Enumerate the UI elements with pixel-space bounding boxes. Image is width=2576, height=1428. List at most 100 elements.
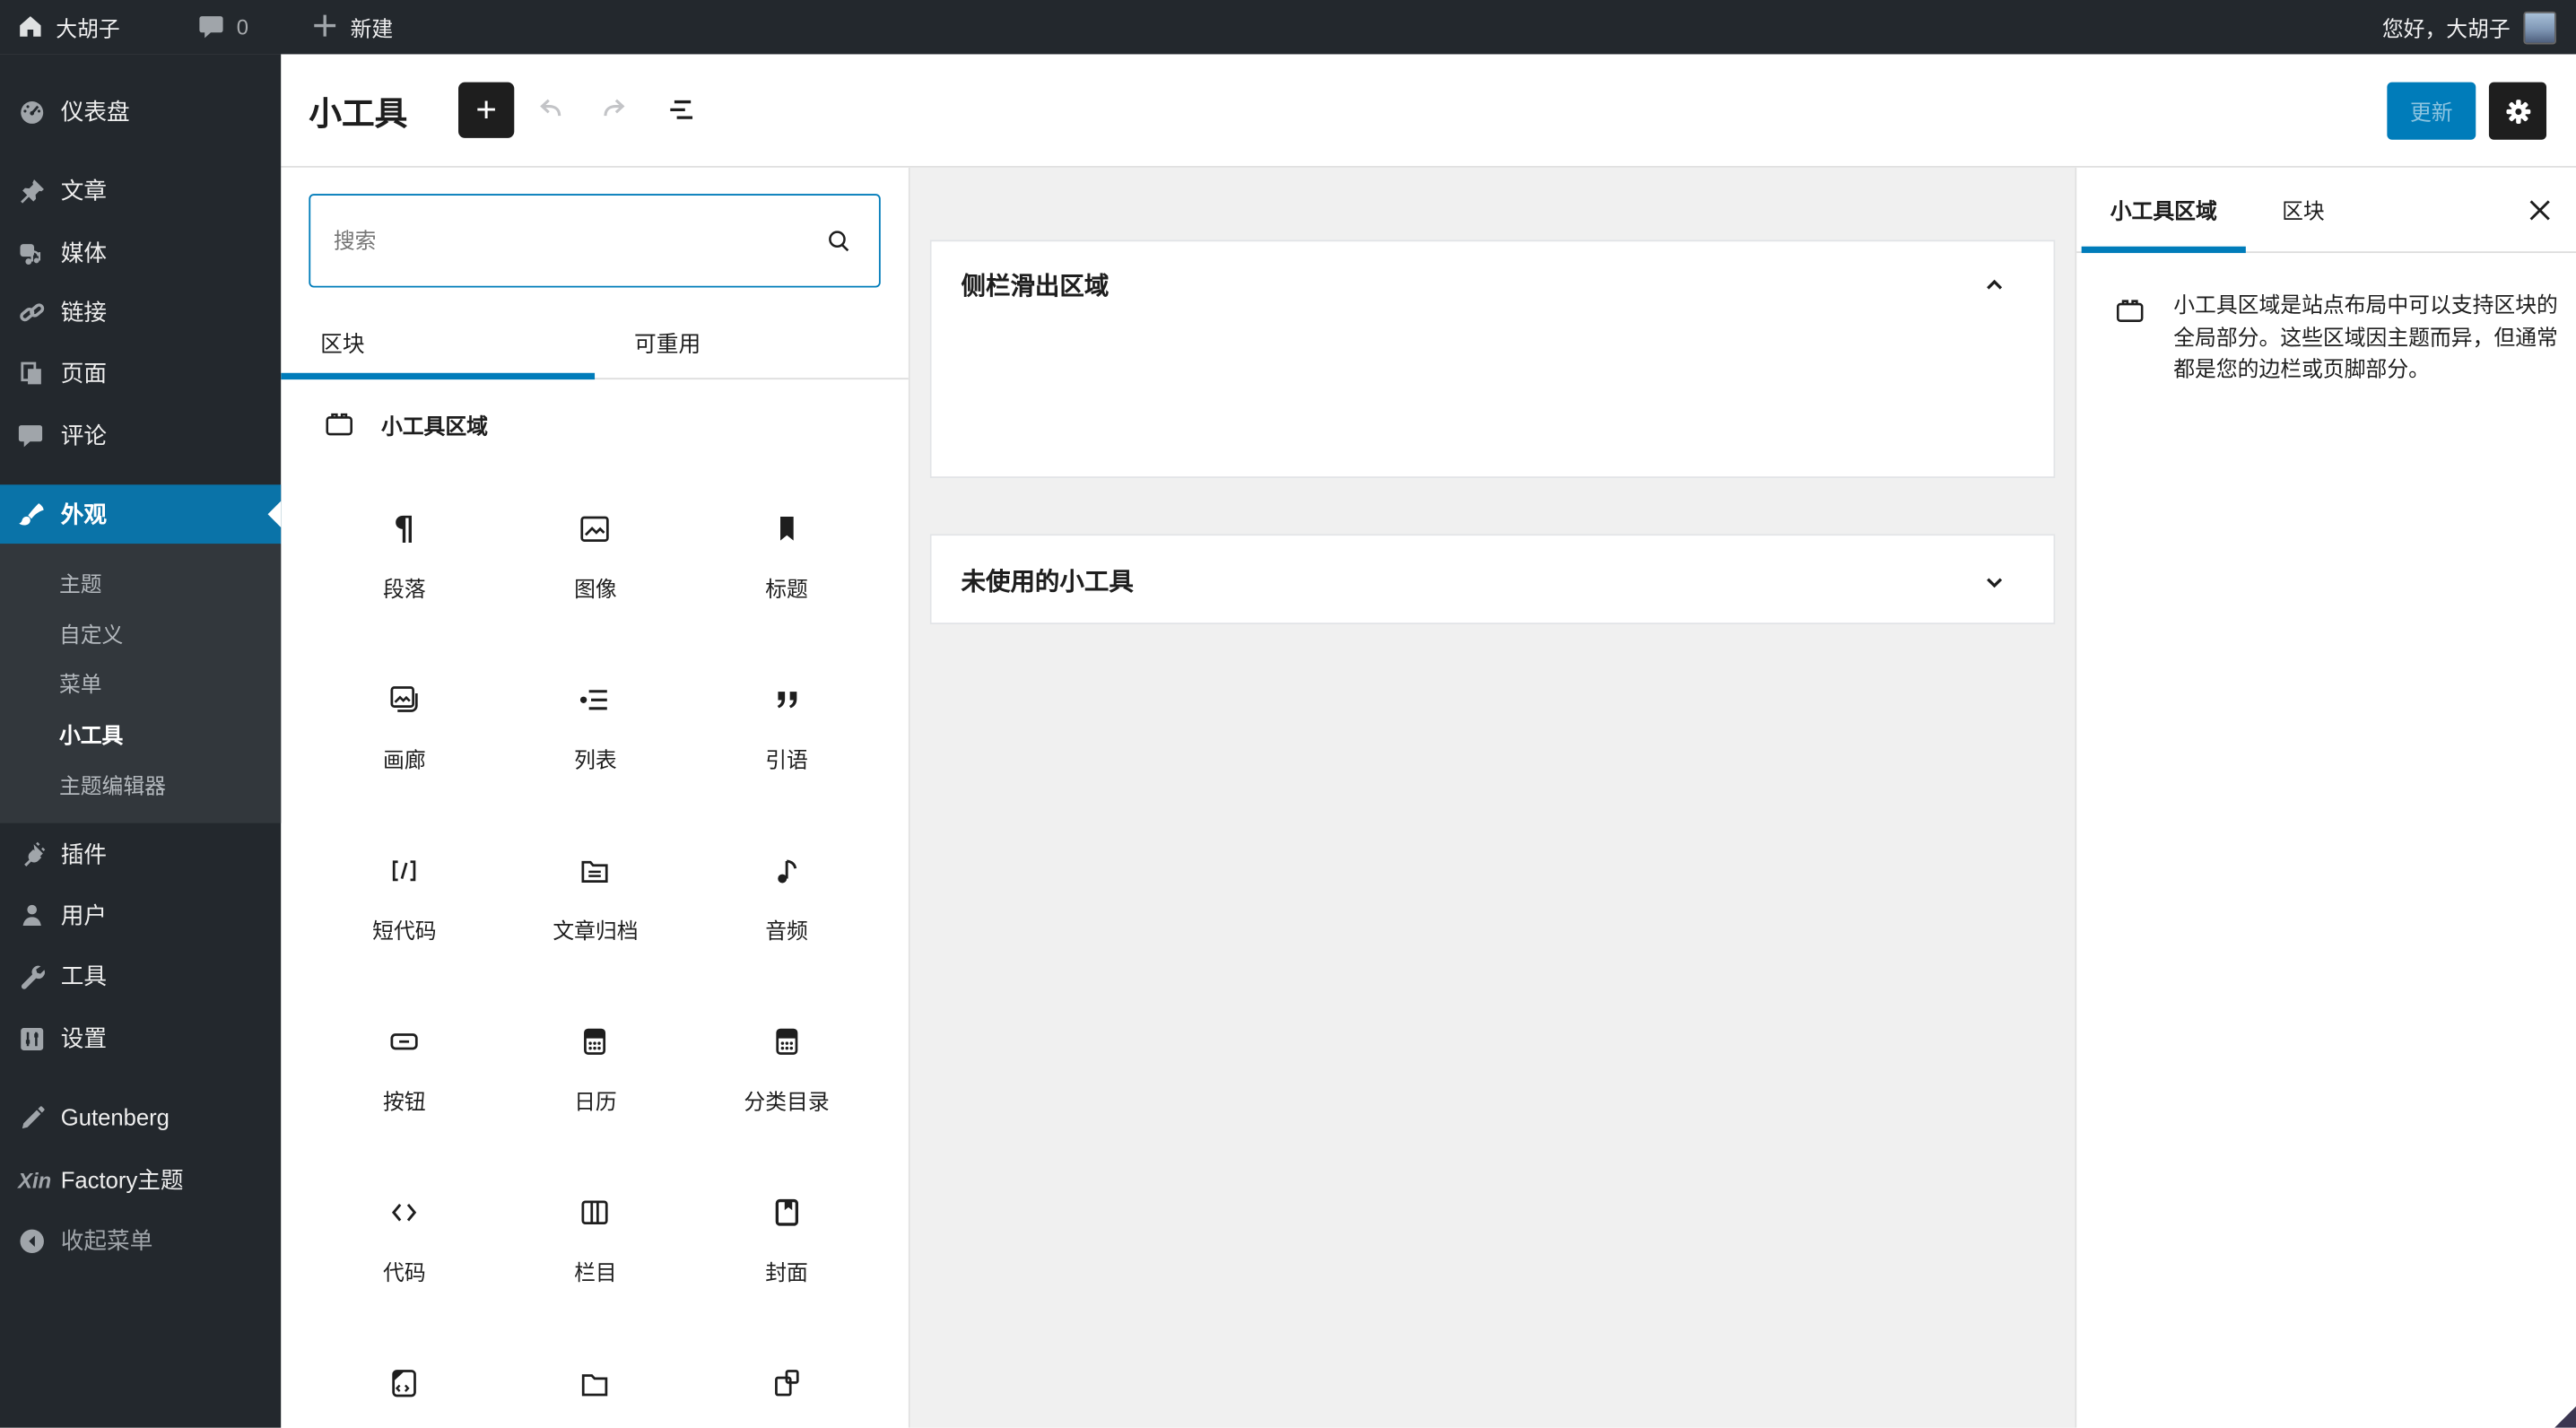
- appearance-submenu: 主题 自定义 菜单 小工具 主题编辑器: [0, 544, 282, 823]
- image-icon: [576, 509, 615, 549]
- collapse-arrow-icon: [18, 1226, 46, 1254]
- block-category-header: 小工具区域: [322, 407, 488, 441]
- block-search-input[interactable]: [310, 228, 822, 254]
- redo-button[interactable]: [588, 83, 641, 136]
- block-item-audio[interactable]: 音频: [691, 828, 882, 998]
- sidebar-item-pages[interactable]: 页面: [0, 345, 281, 401]
- sidebar-item-dashboard[interactable]: 仪表盘: [0, 83, 281, 139]
- sidebar-item-label: Gutenberg: [60, 1103, 170, 1131]
- avatar[interactable]: [2523, 10, 2557, 44]
- page-title: 小工具: [309, 96, 408, 133]
- sidebar-item-users[interactable]: 用户: [0, 887, 281, 943]
- screen: 大胡子 0 ＋ 新建 您好，大胡子 仪表盘 文章 媒体 链接 页面 评论 外观 …: [0, 0, 2576, 1428]
- wrench-icon: [18, 962, 46, 989]
- tab-widget-area[interactable]: 小工具区域: [2081, 168, 2246, 254]
- comment-bubble-icon: [199, 14, 225, 39]
- block-item-code[interactable]: 代码: [309, 1170, 500, 1340]
- sidebar-item-label: 媒体: [60, 239, 108, 266]
- block-item-heading[interactable]: 标题: [691, 486, 882, 657]
- pushpin-icon: [18, 177, 46, 205]
- home-icon: [16, 13, 44, 41]
- sidebar-item-tools[interactable]: 工具: [0, 948, 281, 1004]
- paintbrush-icon: [18, 501, 46, 528]
- xin-logo-icon: Xin: [18, 1167, 52, 1192]
- undo-icon: [540, 99, 561, 117]
- block-item-paragraph[interactable]: ¶ 段落: [309, 486, 500, 657]
- block-item-shortcode[interactable]: 短代码: [309, 828, 500, 998]
- gear-icon: [2505, 99, 2530, 124]
- block-item-custom-html[interactable]: [309, 1341, 500, 1428]
- categories-icon: [767, 1022, 806, 1061]
- close-settings-button[interactable]: [2517, 187, 2563, 233]
- widget-area-description-text: 小工具区域是站点布局中可以支持区块的全局部分。这些区域因主题而异，但通常都是您的…: [2173, 292, 2558, 381]
- submenu-item-customize[interactable]: 自定义: [0, 608, 281, 659]
- admin-bar-site-menu[interactable]: 大胡子: [0, 0, 136, 54]
- block-item-image[interactable]: 图像: [500, 486, 691, 657]
- sidebar-item-media[interactable]: 媒体: [0, 225, 281, 281]
- list-icon: [576, 680, 615, 719]
- tab-blocks[interactable]: 区块: [281, 306, 596, 380]
- block-item-gallery[interactable]: 画廊: [309, 657, 500, 828]
- corner-cursor-artifact: [2554, 1406, 2576, 1428]
- block-item-cover[interactable]: 封面: [691, 1170, 882, 1340]
- undo-button[interactable]: [524, 83, 577, 136]
- sidebar-item-label: 插件: [60, 840, 108, 868]
- block-item-columns[interactable]: 栏目: [500, 1170, 691, 1340]
- chevron-down-icon: [1975, 562, 2015, 601]
- block-item-archives[interactable]: 文章归档: [500, 828, 691, 998]
- sidebar-item-label: 仪表盘: [60, 98, 130, 126]
- dashboard-icon: [18, 98, 46, 126]
- block-item-list[interactable]: 列表: [500, 657, 691, 828]
- block-category-title: 小工具区域: [380, 414, 489, 440]
- sidebar-item-label: Factory主题: [60, 1166, 184, 1193]
- plus-icon: ＋: [310, 11, 339, 43]
- sidebar-item-label: 外观: [60, 501, 108, 527]
- calendar-icon: [576, 1022, 615, 1061]
- sidebar-collapse-menu[interactable]: 收起菜单: [0, 1213, 281, 1268]
- columns-icon: [576, 1193, 615, 1232]
- pages-icon: [18, 359, 46, 387]
- button-icon: [385, 1022, 424, 1061]
- block-item-categories[interactable]: 分类目录: [691, 999, 882, 1170]
- sidebar-item-label: 工具: [60, 962, 108, 989]
- admin-bar-comments[interactable]: 0: [182, 0, 265, 54]
- submenu-item-themes[interactable]: 主题: [0, 557, 281, 608]
- user-icon: [18, 901, 46, 929]
- sidebar-item-settings[interactable]: 设置: [0, 1010, 281, 1066]
- sidebar-item-links[interactable]: 链接: [0, 284, 281, 340]
- block-inserter-toggle-button[interactable]: +: [458, 82, 515, 138]
- submenu-item-menus[interactable]: 菜单: [0, 657, 281, 709]
- widget-area-panel-header[interactable]: 未使用的小工具: [932, 536, 2054, 626]
- sidebar-item-gutenberg[interactable]: Gutenberg: [0, 1089, 281, 1145]
- block-item-group[interactable]: [691, 1341, 882, 1428]
- tab-reusable[interactable]: 可重用: [595, 306, 909, 379]
- sidebar-item-posts[interactable]: 文章: [0, 162, 281, 218]
- sidebar-item-plugins[interactable]: 插件: [0, 826, 281, 882]
- submenu-item-widgets[interactable]: 小工具: [0, 708, 281, 759]
- update-button[interactable]: 更新: [2387, 82, 2476, 140]
- collapse-label: 收起菜单: [60, 1227, 153, 1254]
- settings-gear-button[interactable]: [2488, 82, 2547, 140]
- submenu-item-theme-editor[interactable]: 主题编辑器: [0, 759, 281, 810]
- block-item-file[interactable]: [500, 1341, 691, 1428]
- code-icon: [385, 1193, 424, 1232]
- sidebar-item-appearance[interactable]: 外观: [0, 484, 282, 544]
- widget-area-title: 侧栏滑出区域: [961, 272, 1110, 300]
- current-menu-arrow: [267, 501, 282, 527]
- list-view-button[interactable]: [652, 83, 705, 136]
- svg-text:¶: ¶: [394, 509, 414, 548]
- tab-block[interactable]: 区块: [2246, 168, 2361, 251]
- block-item-quote[interactable]: 引语: [691, 657, 882, 828]
- sidebar-item-xin-factory[interactable]: Xin Factory主题: [0, 1152, 281, 1207]
- gallery-icon: [385, 680, 424, 719]
- sidebar-item-comments[interactable]: 评论: [0, 407, 281, 463]
- widget-area-panel-header[interactable]: 侧栏滑出区域: [932, 241, 2054, 327]
- blocks-grid: ¶ 段落 图像 标题 画廊 列表 引语 短代码 文章归档 音频 按钮 日历 分类…: [309, 486, 882, 1428]
- comments-icon: [18, 423, 46, 448]
- greeting-text[interactable]: 您好，大胡子: [2382, 12, 2511, 43]
- block-item-buttons[interactable]: 按钮: [309, 999, 500, 1170]
- block-search-box: [309, 194, 881, 288]
- admin-bar-new[interactable]: ＋ 新建: [294, 0, 409, 54]
- sidebar-item-label: 链接: [60, 299, 108, 326]
- block-item-calendar[interactable]: 日历: [500, 999, 691, 1170]
